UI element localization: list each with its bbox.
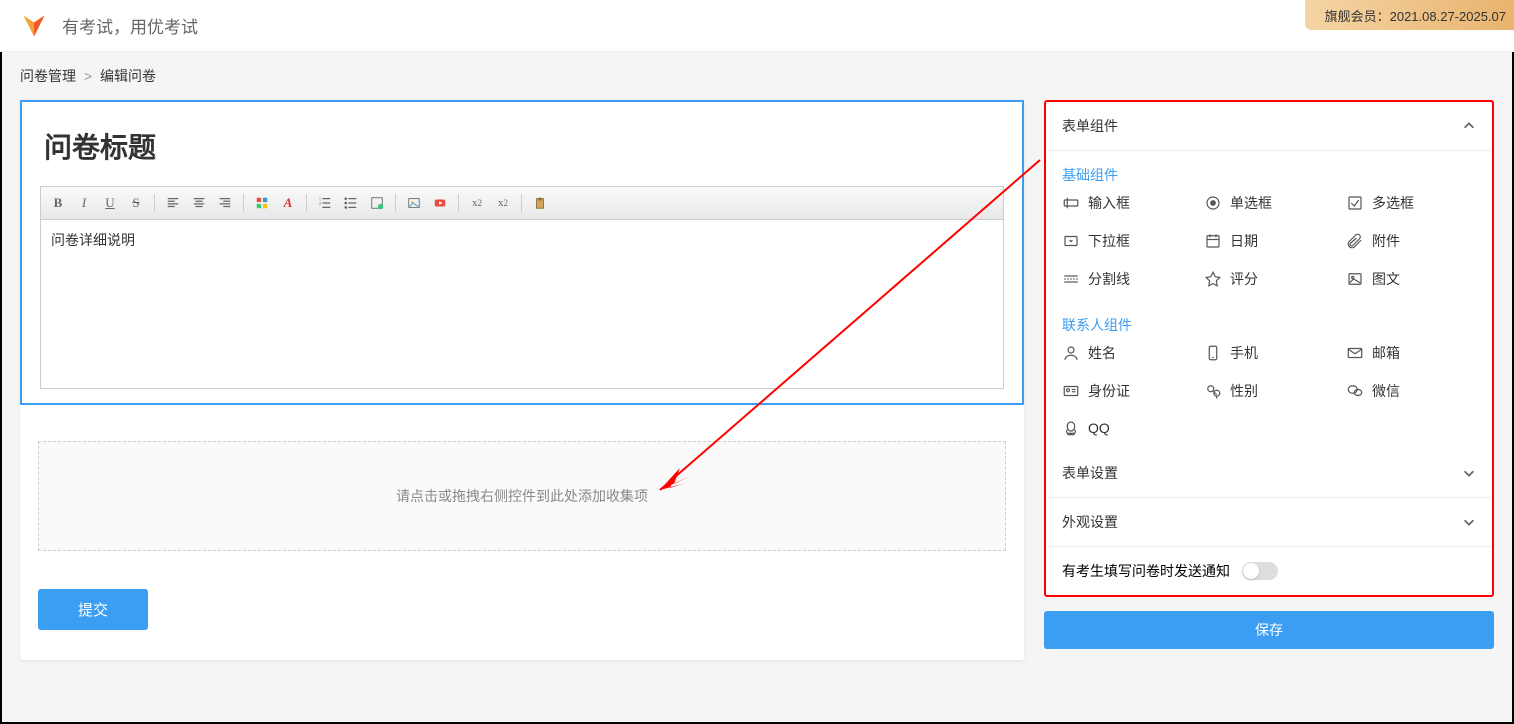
align-center-icon[interactable]: [188, 192, 210, 214]
ordered-list-icon[interactable]: 12: [314, 192, 336, 214]
notify-toggle[interactable]: [1242, 562, 1278, 580]
strike-icon[interactable]: S: [125, 192, 147, 214]
underline-icon[interactable]: U: [99, 192, 121, 214]
app-logo-icon: [20, 12, 48, 40]
survey-title[interactable]: 问卷标题: [40, 126, 1004, 166]
superscript-icon[interactable]: x2: [466, 192, 488, 214]
title-block[interactable]: 问卷标题 B I U S: [20, 100, 1024, 405]
rte-toolbar: B I U S A: [40, 186, 1004, 219]
rte-body[interactable]: 问卷详细说明: [40, 219, 1004, 389]
color-icon[interactable]: [251, 192, 273, 214]
paste-icon[interactable]: [529, 192, 551, 214]
submit-button[interactable]: 提交: [38, 589, 148, 630]
svg-text:2: 2: [319, 201, 321, 206]
top-header: 有考试，用优考试 旗舰会员：2021.08.27-2025.07: [0, 0, 1514, 52]
subscript-icon[interactable]: x2: [492, 192, 514, 214]
align-left-icon[interactable]: [162, 192, 184, 214]
align-right-icon[interactable]: [214, 192, 236, 214]
italic-icon[interactable]: I: [73, 192, 95, 214]
insert-item-icon[interactable]: [366, 192, 388, 214]
vip-badge: 旗舰会员：2021.08.27-2025.07: [1305, 0, 1514, 30]
youtube-icon[interactable]: [429, 192, 451, 214]
editor-card: 问卷标题 B I U S: [20, 100, 1024, 660]
bold-icon[interactable]: B: [47, 192, 69, 214]
drop-zone[interactable]: 请点击或拖拽右侧控件到此处添加收集项: [38, 441, 1006, 551]
header-slogan: 有考试，用优考试: [62, 13, 198, 38]
image-icon[interactable]: [403, 192, 425, 214]
font-icon[interactable]: A: [277, 192, 299, 214]
unordered-list-icon[interactable]: [340, 192, 362, 214]
